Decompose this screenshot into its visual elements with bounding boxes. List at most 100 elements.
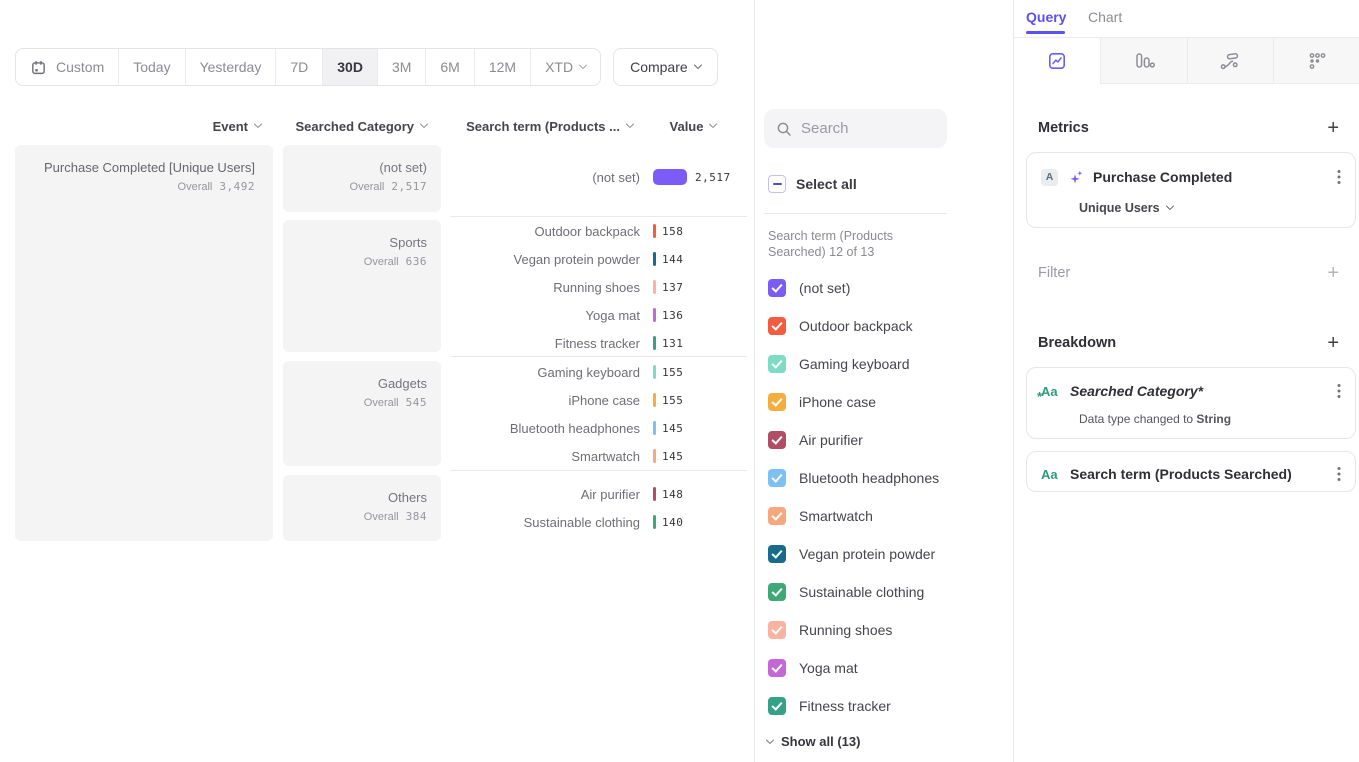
- date-range-label: 6M: [440, 59, 459, 75]
- term-row[interactable]: Running shoes137: [450, 273, 750, 301]
- legend-item[interactable]: Gaming keyboard: [768, 345, 910, 383]
- legend-checkbox[interactable]: [768, 393, 786, 411]
- legend-item[interactable]: Bluetooth headphones: [768, 459, 939, 497]
- legend-item[interactable]: Vegan protein powder: [768, 535, 935, 573]
- term-value: 158: [662, 225, 683, 238]
- modified-asterisk: *: [1037, 389, 1042, 404]
- legend-item[interactable]: Outdoor backpack: [768, 307, 913, 345]
- date-range-label: Custom: [56, 59, 104, 75]
- legend-item-label: Sustainable clothing: [799, 584, 924, 600]
- legend-checkbox[interactable]: [768, 507, 786, 525]
- term-row[interactable]: Yoga mat136: [450, 301, 750, 329]
- legend-item[interactable]: Smartwatch: [768, 497, 873, 535]
- date-range-custom[interactable]: Custom: [16, 49, 118, 85]
- date-range-yesterday[interactable]: Yesterday: [185, 49, 276, 85]
- date-range-label: Yesterday: [200, 59, 262, 75]
- legend-item[interactable]: (not set): [768, 269, 850, 307]
- active-tab-underline: [1026, 31, 1065, 34]
- category-cell[interactable]: (not set)Overall2,517: [283, 145, 441, 212]
- category-cell[interactable]: OthersOverall384: [283, 475, 441, 541]
- legend-item-label: iPhone case: [799, 394, 876, 410]
- legend-checkbox[interactable]: [768, 355, 786, 373]
- measurement-dropdown[interactable]: Unique Users: [1079, 201, 1173, 215]
- select-all-checkbox[interactable]: [768, 175, 786, 193]
- indeterminate-dash-icon: [773, 183, 782, 185]
- term-value: 155: [662, 394, 683, 407]
- group-divider: [450, 356, 747, 357]
- legend-item[interactable]: Yoga mat: [768, 649, 858, 687]
- date-range-today[interactable]: Today: [118, 49, 184, 85]
- term-row[interactable]: Bluetooth headphones145: [450, 414, 750, 442]
- term-row[interactable]: iPhone case155: [450, 386, 750, 414]
- term-row[interactable]: Sustainable clothing140: [450, 508, 750, 536]
- legend-checkbox[interactable]: [768, 621, 786, 639]
- add-metric-button[interactable]: +: [1327, 118, 1339, 138]
- category-cell[interactable]: SportsOverall636: [283, 220, 441, 352]
- column-header-category[interactable]: Searched Category: [283, 117, 427, 135]
- date-range-label: 12M: [489, 59, 516, 75]
- legend-checkbox[interactable]: [768, 697, 786, 715]
- legend-checkbox[interactable]: [768, 659, 786, 677]
- date-range-xtd[interactable]: XTD: [530, 49, 600, 85]
- legend-checkbox[interactable]: [768, 317, 786, 335]
- kebab-menu-icon[interactable]: [1335, 464, 1343, 484]
- legend-checkbox[interactable]: [768, 469, 786, 487]
- tab-query[interactable]: Query: [1026, 9, 1066, 25]
- legend-item-label: (not set): [799, 280, 850, 296]
- legend-item[interactable]: Running shoes: [768, 611, 892, 649]
- event-cell[interactable]: Purchase Completed [Unique Users] Overal…: [15, 145, 273, 541]
- term-row[interactable]: Outdoor backpack158: [450, 217, 750, 245]
- tab-chart[interactable]: Chart: [1088, 9, 1122, 25]
- date-range-3m[interactable]: 3M: [377, 49, 425, 85]
- legend-checkbox[interactable]: [768, 431, 786, 449]
- term-row[interactable]: Fitness tracker131: [450, 329, 750, 357]
- chevron-down-icon: [579, 61, 587, 69]
- overall-label: Overall: [364, 397, 399, 409]
- legend-checkbox[interactable]: [768, 279, 786, 297]
- legend-item[interactable]: iPhone case: [768, 383, 876, 421]
- legend-item[interactable]: Sustainable clothing: [768, 573, 924, 611]
- column-header-event[interactable]: Event: [15, 117, 261, 135]
- breakdown-card-searched-category[interactable]: Aa* Searched Category* Data type changed…: [1026, 367, 1356, 439]
- overall-label: Overall: [364, 511, 399, 523]
- kebab-menu-icon[interactable]: [1335, 381, 1343, 401]
- date-range-12m[interactable]: 12M: [474, 49, 530, 85]
- tab-flows[interactable]: [1187, 38, 1274, 84]
- term-row[interactable]: Air purifier148: [450, 480, 750, 508]
- legend-checkbox[interactable]: [768, 545, 786, 563]
- term-row[interactable]: Gaming keyboard155: [450, 358, 750, 386]
- date-range-7d[interactable]: 7D: [275, 49, 322, 85]
- breakdown-heading: Breakdown: [1038, 335, 1116, 351]
- term-row[interactable]: Smartwatch145: [450, 442, 750, 470]
- tab-funnels[interactable]: [1100, 38, 1187, 84]
- add-breakdown-button[interactable]: +: [1327, 333, 1339, 353]
- legend-item-label: Bluetooth headphones: [799, 470, 939, 486]
- category-cell[interactable]: GadgetsOverall545: [283, 361, 441, 466]
- column-header-term[interactable]: Search term (Products ...: [450, 117, 633, 135]
- search-input[interactable]: [801, 120, 931, 137]
- overall-value: 3,492: [219, 180, 255, 193]
- breakdown-card-search-term[interactable]: Aa Search term (Products Searched): [1026, 451, 1356, 492]
- term-label: Running shoes: [450, 280, 640, 295]
- date-range-30d[interactable]: 30D: [322, 49, 377, 85]
- tab-insights[interactable]: [1014, 38, 1100, 84]
- legend-item[interactable]: Air purifier: [768, 421, 863, 459]
- value-bar: [653, 393, 656, 407]
- term-row[interactable]: (not set)2,517: [450, 163, 750, 191]
- tab-retention[interactable]: [1273, 38, 1359, 84]
- kebab-menu-icon[interactable]: [1335, 167, 1343, 187]
- select-all-row[interactable]: Select all: [768, 170, 857, 198]
- value-bar: [653, 169, 687, 185]
- legend-item[interactable]: Fitness tracker: [768, 687, 891, 725]
- add-filter-button[interactable]: +: [1327, 263, 1339, 283]
- term-row[interactable]: Vegan protein powder144: [450, 245, 750, 273]
- date-range-6m[interactable]: 6M: [425, 49, 473, 85]
- show-all-button[interactable]: Show all (13): [767, 727, 860, 755]
- string-property-icon: Aa: [1041, 467, 1061, 482]
- metric-card[interactable]: A Purchase Completed Unique Users: [1026, 152, 1356, 228]
- term-value: 2,517: [695, 171, 731, 184]
- compare-button[interactable]: Compare: [613, 48, 718, 86]
- term-value: 145: [662, 422, 683, 435]
- column-header-value[interactable]: Value: [653, 117, 733, 135]
- legend-checkbox[interactable]: [768, 583, 786, 601]
